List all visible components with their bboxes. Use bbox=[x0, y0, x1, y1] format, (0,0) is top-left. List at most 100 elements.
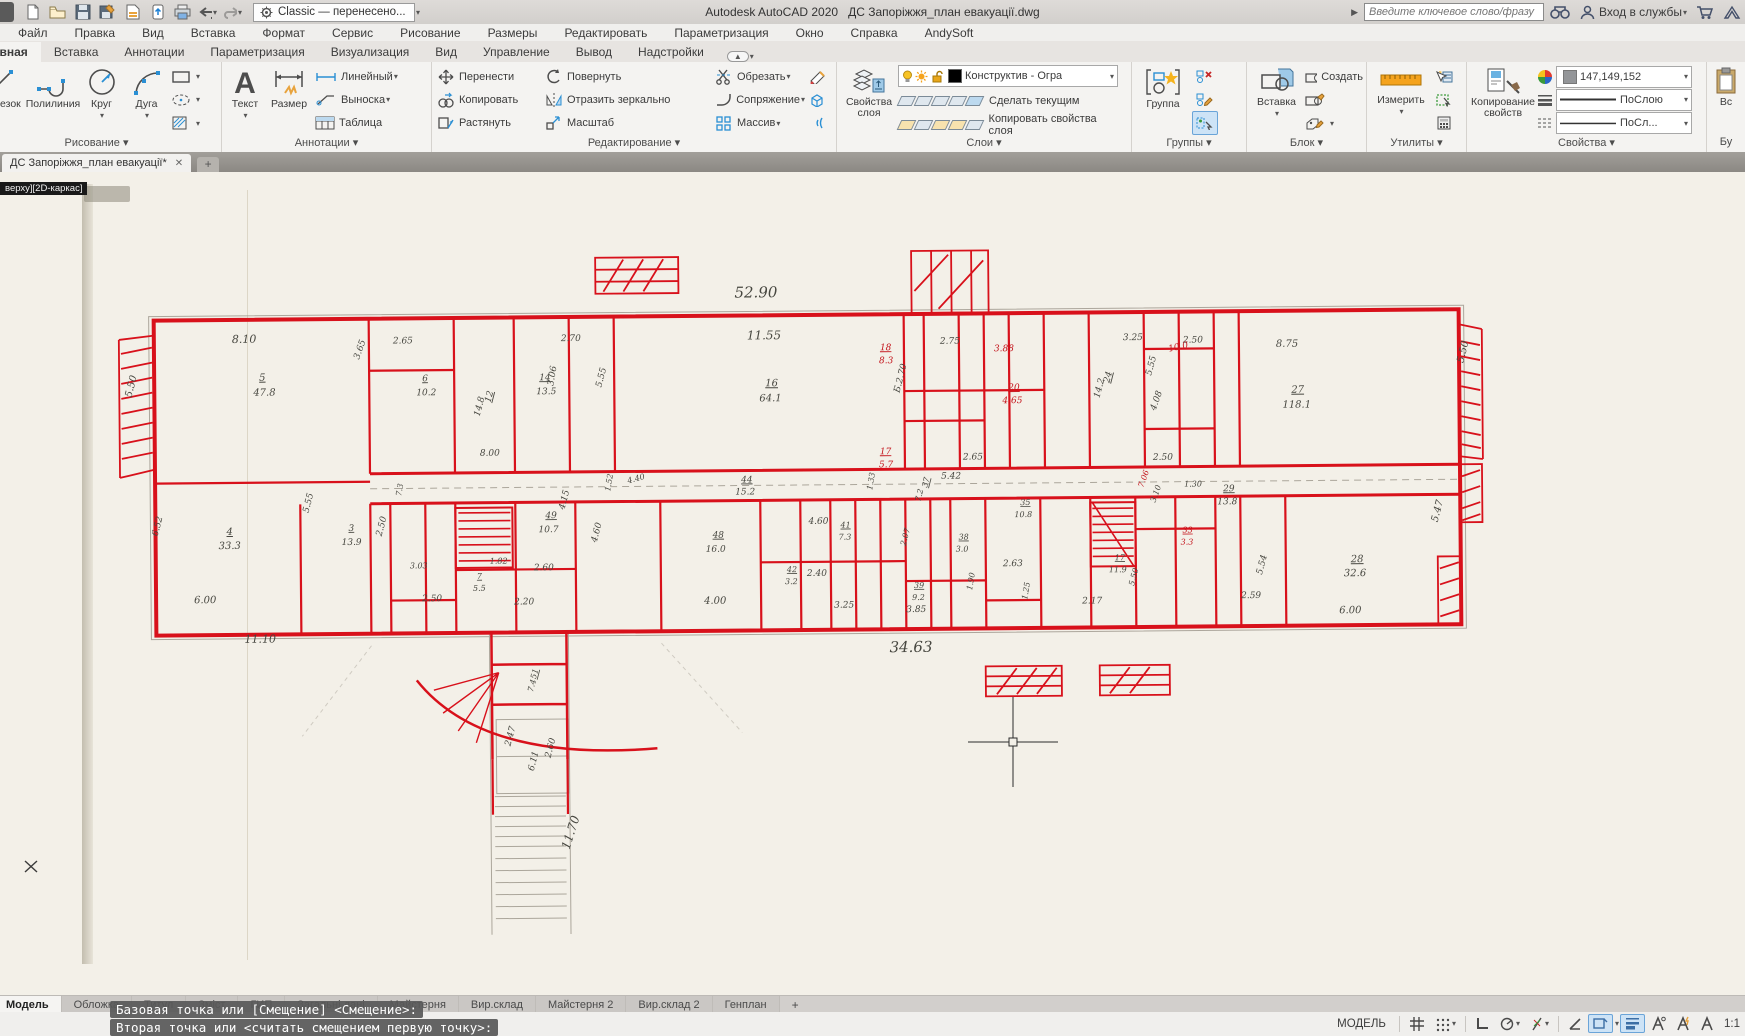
snap-mode-icon[interactable]: ▾ bbox=[1431, 1014, 1460, 1034]
close-tab-icon[interactable]: ✕ bbox=[175, 158, 183, 169]
layer-properties-button[interactable]: Свойства слоя bbox=[840, 64, 898, 136]
stretch-button[interactable]: Растянуть bbox=[435, 112, 543, 134]
layout-tab[interactable]: Вир.склад bbox=[459, 996, 536, 1013]
ribbon-collapse-button[interactable]: ▲▾ bbox=[727, 51, 754, 62]
panel-label-block[interactable]: Блок ▾ bbox=[1247, 136, 1366, 152]
autodesk-logo-icon[interactable] bbox=[1723, 5, 1741, 20]
layout-tab[interactable]: Генплан bbox=[713, 996, 780, 1013]
layer-match-icon[interactable] bbox=[964, 120, 984, 130]
scale-button[interactable]: Масштаб bbox=[543, 112, 713, 134]
group-button[interactable]: Группа bbox=[1135, 64, 1191, 136]
sign-in-dropdown-icon[interactable]: ▾ bbox=[1683, 8, 1687, 17]
circle-button[interactable]: Круг▾ bbox=[79, 64, 124, 136]
menu-item[interactable]: Вставка bbox=[191, 26, 236, 40]
make-current-label[interactable]: Сделать текущим bbox=[989, 95, 1079, 107]
save-as-icon[interactable] bbox=[98, 3, 117, 22]
menu-item[interactable]: Правка bbox=[75, 26, 116, 40]
dimension-button[interactable]: Размер bbox=[265, 64, 313, 136]
quick-select-button[interactable] bbox=[1433, 66, 1457, 88]
menu-item[interactable]: Рисование bbox=[400, 26, 460, 40]
leader-button[interactable]: Выноска▾ bbox=[313, 89, 423, 111]
open-icon[interactable] bbox=[48, 3, 67, 22]
save-icon[interactable] bbox=[73, 3, 92, 22]
ortho-mode-icon[interactable] bbox=[1471, 1015, 1493, 1033]
ribbon-tab[interactable]: Параметризация bbox=[197, 42, 317, 62]
ribbon-tab[interactable]: Главная bbox=[0, 42, 41, 62]
isodraft-angle-icon[interactable] bbox=[1564, 1015, 1586, 1033]
drawing-canvas[interactable]: 52.9034.6311.7011.558.105.502.653.652.70… bbox=[0, 172, 1745, 995]
arc-button[interactable]: Дуга▾ bbox=[124, 64, 169, 136]
menu-item[interactable]: Сервис bbox=[332, 26, 373, 40]
attribute-edit-button[interactable]: ▾ bbox=[1303, 112, 1363, 134]
share-device-icon[interactable] bbox=[148, 3, 167, 22]
annotation-autoscale-icon[interactable] bbox=[1672, 1014, 1695, 1033]
ungroup-button[interactable] bbox=[1193, 65, 1217, 87]
help-search-input[interactable] bbox=[1364, 3, 1544, 21]
binoculars-icon[interactable] bbox=[1550, 4, 1570, 20]
ribbon-tab[interactable]: Вид bbox=[422, 42, 470, 62]
panel-label-clipboard[interactable]: Бу bbox=[1707, 136, 1745, 152]
menu-item[interactable]: Вид bbox=[142, 26, 164, 40]
create-block-button[interactable]: Создать bbox=[1303, 66, 1363, 88]
ribbon-tab[interactable]: Вывод bbox=[563, 42, 625, 62]
menu-item[interactable]: AndySoft bbox=[925, 26, 974, 40]
new-icon[interactable] bbox=[23, 3, 42, 22]
array-button[interactable]: Массив▾ bbox=[713, 112, 805, 134]
add-layout-button[interactable]: + bbox=[780, 996, 811, 1013]
ribbon-tab[interactable]: Надстройки bbox=[625, 42, 717, 62]
paste-button[interactable]: Вс bbox=[1710, 64, 1742, 136]
menu-item[interactable]: Справка bbox=[851, 26, 898, 40]
layout-tab[interactable]: Майстерня 2 bbox=[536, 996, 626, 1013]
rotate-button[interactable]: Повернуть bbox=[543, 66, 713, 88]
annotation-scale-icon[interactable] bbox=[1697, 1014, 1718, 1033]
text-button[interactable]: A Текст▾ bbox=[225, 64, 265, 136]
erase-button[interactable] bbox=[806, 66, 830, 88]
panel-label-layers[interactable]: Слои ▾ bbox=[837, 136, 1131, 152]
annotation-scale-value[interactable]: 1:1 bbox=[1720, 1016, 1744, 1032]
panel-label-draw[interactable]: Рисование ▾ bbox=[0, 136, 221, 152]
panel-label-utilities[interactable]: Утилиты ▾ bbox=[1367, 136, 1466, 152]
menu-item[interactable]: Формат bbox=[262, 26, 305, 40]
copy-button[interactable]: Копировать bbox=[435, 89, 543, 111]
viewport-controls[interactable]: верху][2D-каркас] bbox=[0, 182, 87, 195]
panel-label-groups[interactable]: Группы ▾ bbox=[1132, 136, 1246, 152]
drawing-tab[interactable]: ДС Запоріжжя_план евакуації*✕ bbox=[2, 154, 191, 172]
calculator-button[interactable] bbox=[1434, 112, 1456, 134]
workspace-dropdown-icon[interactable]: ▾ bbox=[416, 8, 420, 17]
dynamic-input-icon[interactable] bbox=[1588, 1014, 1613, 1033]
explode-box-icon[interactable] bbox=[806, 89, 830, 111]
menu-item[interactable]: Файл bbox=[18, 26, 48, 40]
measure-button[interactable]: Измерить▾ bbox=[1370, 64, 1432, 136]
insert-block-button[interactable]: Вставка▾ bbox=[1250, 64, 1303, 136]
app-store-cart-icon[interactable] bbox=[1695, 4, 1715, 20]
lineweight-display-icon[interactable] bbox=[1620, 1014, 1645, 1033]
ribbon-tab[interactable]: Аннотации bbox=[111, 42, 197, 62]
workspace-switcher[interactable]: Classic — перенесено... bbox=[253, 3, 415, 22]
annotation-visibility-icon[interactable] bbox=[1647, 1014, 1670, 1033]
match-layer-label[interactable]: Копировать свойства слоя bbox=[989, 113, 1123, 137]
menu-item[interactable]: Редактировать bbox=[564, 26, 647, 40]
menu-item[interactable]: Окно bbox=[796, 26, 824, 40]
make-current-icon[interactable] bbox=[965, 96, 985, 106]
block-edit-button[interactable] bbox=[1303, 89, 1363, 111]
ribbon-tab[interactable]: Визуализация bbox=[318, 42, 423, 62]
layout-tab[interactable]: Модель bbox=[0, 996, 62, 1013]
ribbon-tab[interactable]: Управление bbox=[470, 42, 563, 62]
polar-tracking-icon[interactable]: ▾ bbox=[1495, 1015, 1524, 1033]
command-prompt-line-1[interactable]: Базовая точка или [Смещение] <Смещение>: bbox=[110, 1001, 423, 1018]
ellipse-tool-button[interactable]: ▾ bbox=[169, 89, 209, 111]
linetype-select[interactable]: ПоСл...▾ bbox=[1556, 112, 1692, 134]
fillet-button[interactable]: Сопряжение▾ bbox=[713, 89, 805, 111]
application-menu-button[interactable] bbox=[0, 2, 14, 22]
ribbon-tab[interactable]: Вставка bbox=[41, 42, 112, 62]
select-similar-button[interactable] bbox=[1433, 89, 1457, 111]
group-selection-toggle[interactable] bbox=[1192, 111, 1218, 135]
linear-dimension-button[interactable]: Линейный▾ bbox=[313, 66, 423, 88]
table-button[interactable]: Таблица bbox=[313, 112, 423, 134]
plot-sheet-icon[interactable] bbox=[123, 3, 142, 22]
menu-item[interactable]: Параметризация bbox=[674, 26, 768, 40]
line-button[interactable]: Отрезок bbox=[0, 64, 27, 136]
offset-button[interactable] bbox=[806, 112, 830, 134]
move-button[interactable]: Перенести bbox=[435, 66, 543, 88]
grid-display-icon[interactable] bbox=[1405, 1014, 1429, 1034]
